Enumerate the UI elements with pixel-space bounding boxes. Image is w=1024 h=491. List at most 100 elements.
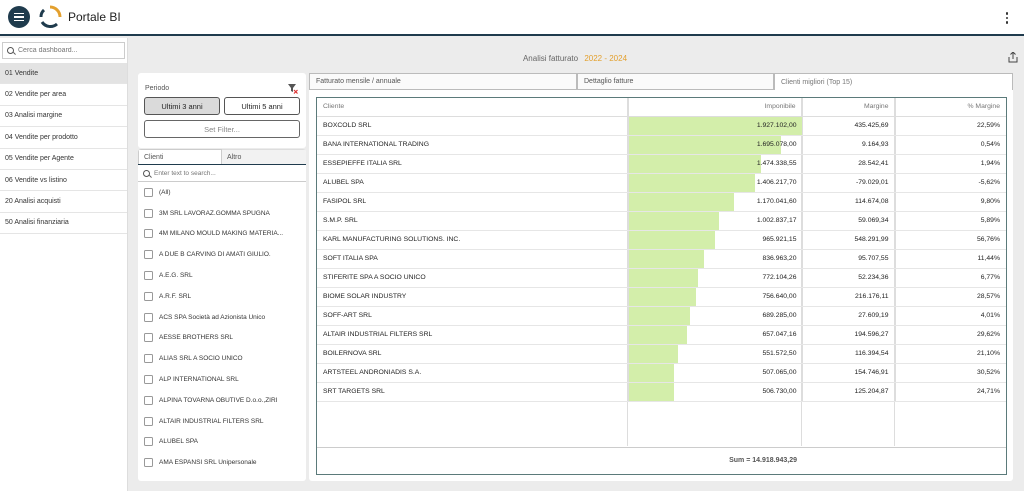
list-item[interactable]: AMA ESPANSI SRL Unipersonale <box>138 452 306 473</box>
header-cliente[interactable]: Cliente <box>317 98 629 117</box>
table-row[interactable]: ESSEPIEFFE ITALIA SRL 1.474.338,55 28.542,… <box>317 154 1006 174</box>
sidebar-item-vendite-per-agente[interactable]: 05 Vendite per Agente <box>0 149 127 170</box>
tab-clienti[interactable]: Clienti <box>138 149 222 164</box>
cell-pct-margine: 29,62% <box>895 325 1006 345</box>
cell-cliente: ARTSTEEL ANDRONIADIS S.A. <box>317 363 629 383</box>
table-row[interactable]: KARL MANUFACTURING SOLUTIONS. INC. 965.92… <box>317 230 1006 250</box>
list-item[interactable]: ALPINA TOVARNA OBUTIVE D.o.o.,ZIRI <box>138 390 306 411</box>
cell-margine: 27.609,19 <box>802 306 896 326</box>
list-item[interactable]: ALIAS SRL A SOCIO UNICO <box>138 348 306 369</box>
table-row[interactable]: ARTSTEEL ANDRONIADIS S.A. 507.065,00 154.7… <box>317 363 1006 383</box>
list-item[interactable]: A DUE B CARVING DI AMATI GIULIO. <box>138 244 306 265</box>
clienti-list: (All) 3M SRL LAVORAZ.GOMMA SPUGNA 4M MILAN… <box>138 182 306 473</box>
table-row[interactable]: BOILERNOVA SRL 551.572,50 116.394,54 21,10% <box>317 344 1006 364</box>
table-row[interactable]: BANA INTERNATIONAL TRADING 1.695.078,00 9.… <box>317 135 1006 155</box>
table-row[interactable]: ALUBEL SPA 1.406.217,70 -79.029,01 -5,62% <box>317 173 1006 193</box>
checkbox[interactable] <box>144 354 153 364</box>
sidebar: 01 Vendite 02 Vendite per area 03 Analis… <box>0 38 128 491</box>
tab-fatturato-mensile[interactable]: Fatturato mensile / annuale <box>309 73 577 90</box>
table-row[interactable]: SOFF-ART SRL 689.285,00 27.609,19 4,01% <box>317 306 1006 326</box>
cell-imponibile: 689.285,00 <box>628 306 803 326</box>
checkbox[interactable] <box>144 271 153 281</box>
dashboard-search-box <box>2 42 125 59</box>
list-item[interactable]: (All) <box>138 182 306 203</box>
cell-margine: 548.291,99 <box>802 230 896 250</box>
top-bar: Portale BI <box>0 0 1024 36</box>
header-margine[interactable]: Margine <box>802 98 896 117</box>
checkbox[interactable] <box>144 458 153 468</box>
last-5-years-button[interactable]: Ultimi 5 anni <box>224 97 300 115</box>
imponibile-value: 1.002.837,17 <box>756 216 797 224</box>
sidebar-item-analisi-margine[interactable]: 03 Analisi margine <box>0 106 127 128</box>
table-row[interactable]: BIOME SOLAR INDUSTRY 756.640,00 216.176,11… <box>317 287 1006 307</box>
table-row[interactable]: STIFERITE SPA A SOCIO UNICO 772.104,26 52.… <box>317 268 1006 288</box>
list-item[interactable]: ACS SPA Società ad Azionista Unico <box>138 307 306 328</box>
cell-cliente: S.M.P. SRL <box>317 211 629 231</box>
cell-margine: -79.029,01 <box>802 173 896 193</box>
list-item-label: ALPINA TOVARNA OBUTIVE D.o.o.,ZIRI <box>159 396 278 404</box>
checkbox[interactable] <box>144 312 153 322</box>
sidebar-item-vendite-vs-listino[interactable]: 06 Vendite vs listino <box>0 170 127 192</box>
header-pct-margine[interactable]: % Margine <box>895 98 1006 117</box>
clienti-search-box <box>138 165 306 182</box>
cell-imponibile: 1.170.041,60 <box>628 192 803 212</box>
sidebar-item-analisi-finanziaria[interactable]: 50 Analisi finanziaria <box>0 213 127 235</box>
header-imponibile[interactable]: Imponibile <box>628 98 803 117</box>
report-tabs: Fatturato mensile / annuale Dettaglio fa… <box>309 73 1013 90</box>
report-content-panel: Fatturato mensile / annuale Dettaglio fa… <box>309 73 1013 481</box>
imponibile-value: 1.170.041,60 <box>756 197 797 205</box>
sidebar-item-vendite-per-prodotto[interactable]: 04 Vendite per prodotto <box>0 127 127 149</box>
report-title: Analisi fatturato 2022 - 2024 <box>140 54 1010 63</box>
list-item-label: AMA ESPANSI SRL Unipersonale <box>159 459 257 467</box>
list-item[interactable]: A.E.G. SRL <box>138 265 306 286</box>
table-row[interactable]: S.M.P. SRL 1.002.837,17 59.069,34 5,89% <box>317 211 1006 231</box>
export-icon[interactable] <box>1008 52 1018 63</box>
tab-clienti-migliori[interactable]: Clienti migliori (Top 15) <box>774 73 1013 90</box>
list-item[interactable]: 3M SRL LAVORAZ.GOMMA SPUGNA <box>138 203 306 224</box>
table-row[interactable]: FASIPOL SRL 1.170.041,60 114.674,08 9,80% <box>317 192 1006 212</box>
sidebar-item-analisi-acquisti[interactable]: 20 Analisi acquisti <box>0 191 127 213</box>
cell-pct-margine: 1,94% <box>895 154 1006 174</box>
clienti-search-input[interactable] <box>154 169 294 177</box>
checkbox[interactable] <box>144 208 153 218</box>
cell-margine: 194.596,27 <box>802 325 896 345</box>
checkbox[interactable] <box>144 250 153 260</box>
sidebar-item-vendite-per-area[interactable]: 02 Vendite per area <box>0 84 127 106</box>
list-item[interactable]: ALUBEL SPA <box>138 432 306 453</box>
cell-cliente: STIFERITE SPA A SOCIO UNICO <box>317 268 629 288</box>
cell-cliente: ESSEPIEFFE ITALIA SRL <box>317 154 629 174</box>
tab-altro[interactable]: Altro <box>222 149 306 164</box>
table-row[interactable]: BOXCOLD SRL 1.927.102,00 435.425,69 22,59% <box>317 116 1006 136</box>
list-item[interactable]: ALTAIR INDUSTRIAL FILTERS SRL <box>138 411 306 432</box>
checkbox[interactable] <box>144 437 153 447</box>
tab-dettaglio-fatture[interactable]: Dettaglio fatture <box>577 73 774 90</box>
imponibile-value: 836.963,20 <box>762 254 797 262</box>
sidebar-item-vendite[interactable]: 01 Vendite <box>0 63 127 85</box>
list-item[interactable]: ALP INTERNATIONAL SRL <box>138 369 306 390</box>
checkbox[interactable] <box>144 187 153 197</box>
more-options-icon[interactable] <box>1005 12 1008 24</box>
list-item-label: 4M MILANO MOULD MAKING MATERIA... <box>159 230 284 238</box>
list-item[interactable]: A.R.F. SRL <box>138 286 306 307</box>
checkbox[interactable] <box>144 416 153 426</box>
table-row[interactable]: ALTAIR INDUSTRIAL FILTERS SRL 657.047,16 1… <box>317 325 1006 345</box>
cell-imponibile: 1.927.102,00 <box>628 116 803 136</box>
checkbox[interactable] <box>144 229 153 239</box>
clear-filter-icon[interactable] <box>288 84 298 94</box>
set-filter-button[interactable]: Set Filter... <box>144 120 300 138</box>
hamburger-menu-button[interactable] <box>8 6 30 28</box>
checkbox[interactable] <box>144 291 153 301</box>
checkbox[interactable] <box>144 395 153 405</box>
table-row[interactable]: SRT TARGETS SRL 506.730,00 125.204,87 24,71… <box>317 382 1006 402</box>
cell-imponibile: 507.065,00 <box>628 363 803 383</box>
dashboard-search-input[interactable] <box>18 47 118 54</box>
cell-imponibile: 965.921,15 <box>628 230 803 250</box>
checkbox[interactable] <box>144 333 153 343</box>
list-item[interactable]: 4M MILANO MOULD MAKING MATERIA... <box>138 224 306 245</box>
last-3-years-button[interactable]: Ultimi 3 anni <box>144 97 220 115</box>
list-item[interactable]: AESSE BROTHERS SRL <box>138 328 306 349</box>
checkbox[interactable] <box>144 375 153 385</box>
imponibile-value: 507.065,00 <box>762 368 797 376</box>
table-row[interactable]: SOFT ITALIA SPA 836.963,20 95.707,55 11,44% <box>317 249 1006 269</box>
cell-imponibile: 772.104,26 <box>628 268 803 288</box>
